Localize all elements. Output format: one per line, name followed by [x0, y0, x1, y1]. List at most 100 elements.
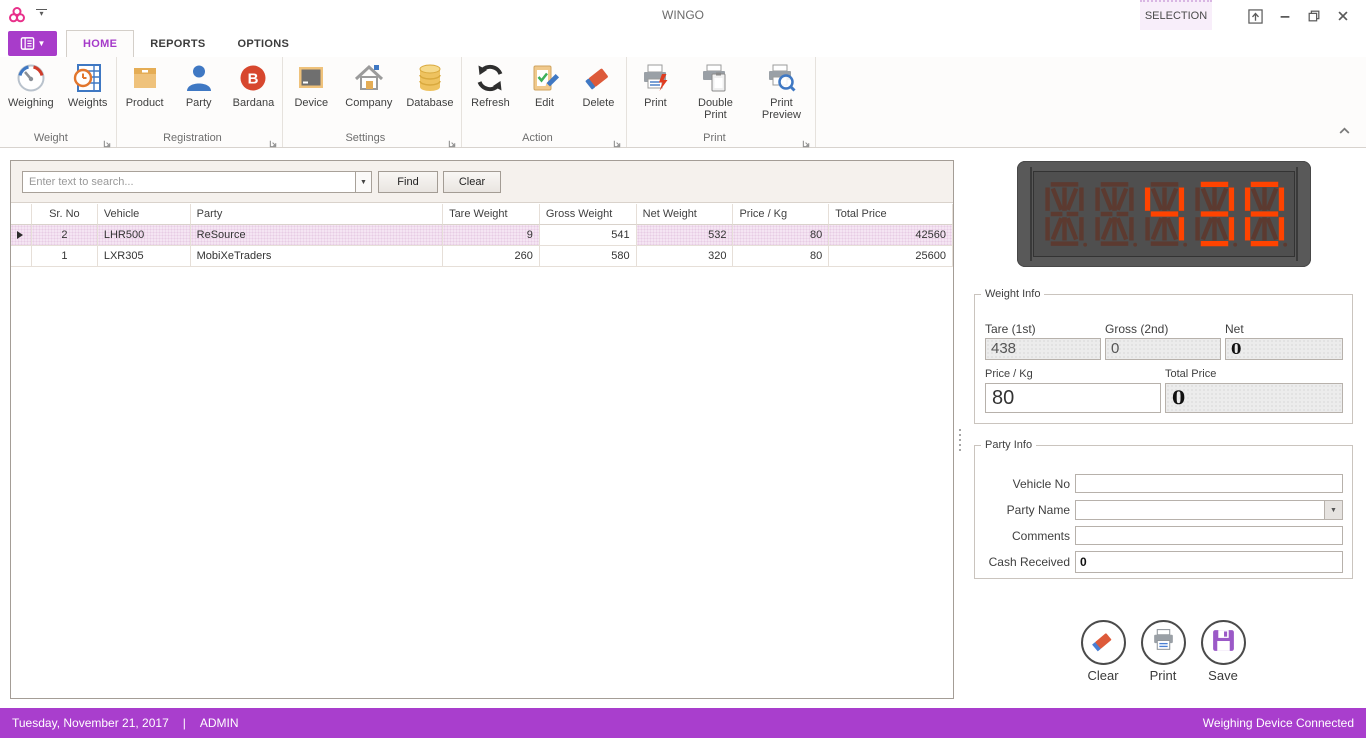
- tare-field: 438: [985, 338, 1101, 360]
- status-date: Tuesday, November 21, 2017: [12, 716, 169, 730]
- ribbon-button-party[interactable]: Party: [177, 60, 221, 111]
- panel-splitter[interactable]: [955, 417, 964, 463]
- print-button[interactable]: Print: [1135, 620, 1191, 683]
- save-button[interactable]: Save: [1195, 620, 1251, 683]
- ribbon-button-label: Device: [294, 97, 329, 109]
- cell-vehicle[interactable]: LXR305: [97, 246, 191, 267]
- comments-label: Comments: [1011, 529, 1070, 543]
- cash-received-field[interactable]: 0: [1075, 551, 1343, 573]
- ribbon-button-delete[interactable]: Delete: [576, 60, 620, 111]
- ribbon-group-registration: Product Party B Bardana Registration: [117, 57, 284, 148]
- cell-total[interactable]: 25600: [829, 246, 953, 267]
- row-indicator-header: [11, 204, 32, 225]
- party-name-dropdown-icon[interactable]: ▼: [1324, 501, 1342, 519]
- device-status: Weighing Device Connected: [1202, 716, 1354, 730]
- cell-gross[interactable]: 541: [539, 225, 637, 246]
- ribbon-button-print-preview[interactable]: Print Preview: [753, 60, 809, 123]
- cell-tare[interactable]: 260: [443, 246, 540, 267]
- comments-input[interactable]: [1075, 526, 1343, 545]
- ribbon-button-label: Print: [644, 97, 667, 109]
- search-combo: ▼: [22, 171, 372, 193]
- ribbon-button-print[interactable]: Print: [633, 60, 677, 123]
- tab-options[interactable]: OPTIONS: [221, 30, 305, 57]
- minimize-icon[interactable]: [1276, 7, 1294, 25]
- cell-net[interactable]: 532: [636, 225, 734, 246]
- tab-reports[interactable]: REPORTS: [134, 30, 221, 57]
- ribbon-button-bardana[interactable]: B Bardana: [231, 60, 277, 111]
- column-header-tare-weight[interactable]: Tare Weight: [443, 204, 540, 225]
- dialog-launcher-icon[interactable]: [103, 135, 113, 148]
- cell-net[interactable]: 320: [636, 246, 734, 267]
- party-info-group: Party Info Vehicle No Party Name ▼ Comme…: [974, 439, 1353, 579]
- search-dropdown-icon[interactable]: ▼: [355, 172, 371, 192]
- ribbon-button-company[interactable]: Company: [343, 60, 394, 111]
- price-kg-field[interactable]: 80: [985, 383, 1161, 413]
- restore-icon[interactable]: [1305, 7, 1323, 25]
- status-separator: |: [182, 716, 186, 730]
- cell-party[interactable]: MobiXeTraders: [190, 246, 444, 267]
- party-name-label: Party Name: [1006, 503, 1070, 517]
- tab-home[interactable]: HOME: [66, 30, 135, 57]
- ribbon-button-database[interactable]: Database: [404, 60, 455, 111]
- app-menu-button[interactable]: ▼: [8, 31, 57, 56]
- led-digit: [1094, 182, 1137, 247]
- column-header-party[interactable]: Party: [190, 204, 444, 225]
- ribbon-group-label: Registration: [163, 132, 222, 144]
- dialog-launcher-icon[interactable]: [613, 135, 623, 148]
- cell-price_kg[interactable]: 80: [733, 246, 830, 267]
- dialog-launcher-icon[interactable]: [448, 135, 458, 148]
- bardana-b-icon: B: [237, 62, 269, 94]
- find-button[interactable]: Find: [378, 171, 438, 193]
- collapse-ribbon-icon[interactable]: [1338, 122, 1354, 136]
- column-header-total-price[interactable]: Total Price: [829, 204, 953, 225]
- led-digit: [1194, 181, 1237, 247]
- column-header-vehicle[interactable]: Vehicle: [97, 204, 191, 225]
- ribbon-group-print: Print Double Print Print Preview Print: [627, 57, 817, 148]
- vehicle-no-input[interactable]: [1075, 474, 1343, 493]
- clear-search-button[interactable]: Clear: [443, 171, 501, 193]
- cell-party[interactable]: ReSource: [190, 225, 444, 246]
- search-input[interactable]: [23, 172, 355, 192]
- cell-price_kg[interactable]: 80: [733, 225, 830, 246]
- home-icon: [353, 62, 385, 94]
- cell-total[interactable]: 42560: [829, 225, 953, 246]
- dialog-launcher-icon[interactable]: [269, 135, 279, 148]
- column-header-gross-weight[interactable]: Gross Weight: [539, 204, 637, 225]
- ribbon-button-refresh[interactable]: Refresh: [468, 60, 512, 111]
- ribbon-group-settings: Device Company Database Settings: [283, 57, 463, 148]
- ribbon-button-label: Party: [185, 97, 212, 109]
- dialog-launcher-icon[interactable]: [802, 135, 812, 148]
- ribbon-button-label: Company: [345, 97, 393, 109]
- cell-sr_no[interactable]: 2: [31, 225, 98, 246]
- close-icon[interactable]: [1334, 7, 1352, 25]
- cell-tare[interactable]: 9: [443, 225, 540, 246]
- ribbon-button-product[interactable]: Product: [123, 60, 167, 111]
- party-name-combo[interactable]: ▼: [1075, 500, 1343, 520]
- ribbon-button-weights[interactable]: Weights: [66, 60, 110, 111]
- column-header-net-weight[interactable]: Net Weight: [636, 204, 734, 225]
- cell-sr_no[interactable]: 1: [31, 246, 98, 267]
- cell-vehicle[interactable]: LHR500: [97, 225, 191, 246]
- tare-label: Tare (1st): [985, 322, 1036, 336]
- column-header-sr-no[interactable]: Sr. No: [31, 204, 98, 225]
- ribbon-button-double-print[interactable]: Double Print: [687, 60, 743, 123]
- table-row[interactable]: 2 LHR500 ReSource 9 541 532 80 42560: [11, 225, 953, 246]
- ribbon-button-device[interactable]: Device: [289, 60, 333, 111]
- clear-button[interactable]: Clear: [1075, 620, 1131, 683]
- ribbon-button-label: Database: [406, 97, 454, 109]
- button-label: Clear: [1087, 668, 1119, 683]
- cell-gross[interactable]: 580: [539, 246, 637, 267]
- ribbon-tab-row: ▼ HOME REPORTS OPTIONS: [0, 30, 1366, 57]
- floppy-save-icon: [1210, 627, 1237, 659]
- records-panel: ▼ Find Clear Sr. NoVehiclePartyTare Weig…: [10, 160, 954, 699]
- table-row[interactable]: 1 LXR305 MobiXeTraders 260 580 320 80 25600: [11, 246, 953, 267]
- ribbon-button-label: Weights: [67, 97, 108, 109]
- status-user: ADMIN: [199, 716, 239, 730]
- ribbon-button-edit[interactable]: Edit: [522, 60, 566, 111]
- svg-text:B: B: [248, 71, 259, 88]
- pin-window-icon[interactable]: [1246, 7, 1264, 25]
- column-header-price-kg[interactable]: Price / Kg: [733, 204, 830, 225]
- ribbon-button-weighing[interactable]: Weighing: [6, 60, 56, 111]
- search-strip: ▼ Find Clear: [11, 161, 953, 203]
- ribbon-button-label: Print Preview: [761, 97, 801, 121]
